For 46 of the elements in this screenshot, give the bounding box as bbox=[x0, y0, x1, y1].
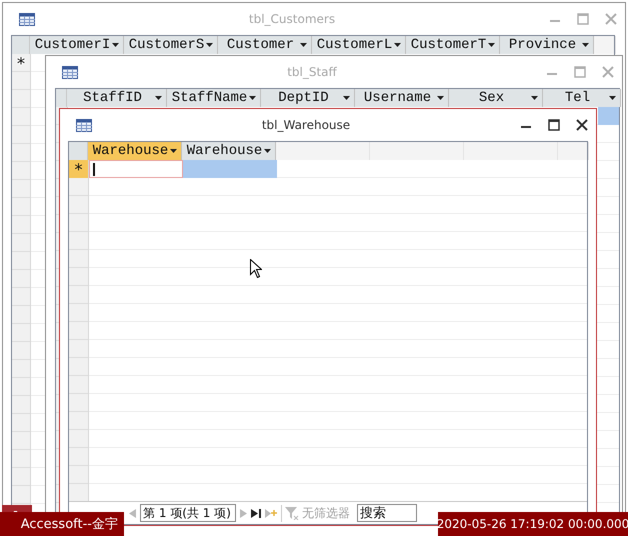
search-field[interactable]: 搜索 bbox=[357, 504, 417, 522]
column-header[interactable]: CustomerI bbox=[30, 36, 124, 54]
dropdown-caret-icon[interactable] bbox=[343, 96, 350, 100]
window-title: tbl_Staff bbox=[286, 65, 338, 79]
dropdown-caret-icon[interactable] bbox=[609, 96, 616, 100]
column-header[interactable]: Username bbox=[355, 89, 449, 107]
close-icon[interactable] bbox=[576, 119, 588, 131]
dropdown-caret-icon[interactable] bbox=[582, 43, 589, 47]
dropdown-caret-icon[interactable] bbox=[249, 96, 256, 100]
dropdown-caret-icon[interactable] bbox=[206, 43, 213, 47]
column-header[interactable]: DeptID bbox=[261, 89, 355, 107]
dropdown-caret-icon[interactable] bbox=[488, 43, 495, 47]
table-icon bbox=[62, 66, 78, 78]
row-selector[interactable]: * bbox=[69, 160, 88, 178]
column-header[interactable]: Warehouse bbox=[88, 142, 182, 160]
column-header[interactable]: CustomerL bbox=[312, 36, 406, 54]
pointer-icon bbox=[250, 259, 262, 278]
dropdown-caret-icon[interactable] bbox=[264, 149, 271, 153]
column-header[interactable]: Province bbox=[500, 36, 594, 54]
table-icon bbox=[76, 118, 92, 132]
cell-editor[interactable] bbox=[89, 160, 183, 178]
dropdown-caret-icon[interactable] bbox=[437, 96, 444, 100]
dropdown-caret-icon[interactable] bbox=[394, 43, 401, 47]
column-header[interactable]: Warehouse bbox=[182, 142, 276, 160]
column-header[interactable]: Tel bbox=[543, 89, 621, 107]
record-field[interactable]: 第 1 项(共 1 项) bbox=[140, 504, 236, 522]
maximize-icon[interactable] bbox=[548, 119, 560, 131]
filter-icon bbox=[285, 506, 299, 520]
dropdown-caret-icon[interactable] bbox=[112, 43, 119, 47]
column-header[interactable]: CustomerS bbox=[124, 36, 218, 54]
dropdown-caret-icon[interactable] bbox=[170, 149, 177, 153]
column-header[interactable]: Customer bbox=[218, 36, 312, 54]
column-header[interactable]: CustomerT bbox=[406, 36, 500, 54]
dropdown-caret-icon[interactable] bbox=[300, 43, 307, 47]
table-icon bbox=[19, 12, 35, 26]
last-record-icon[interactable] bbox=[251, 508, 261, 518]
dropdown-caret-icon[interactable] bbox=[155, 96, 162, 100]
column-header[interactable]: StaffName bbox=[167, 89, 261, 107]
column-header[interactable]: Sex bbox=[449, 89, 543, 107]
window-title: tbl_Warehouse bbox=[260, 118, 352, 132]
app-label: Accessoft--金宇 bbox=[0, 512, 124, 536]
row-selector[interactable]: * bbox=[12, 54, 30, 72]
dropdown-caret-icon[interactable] bbox=[531, 96, 538, 100]
column-header[interactable]: StaffID bbox=[67, 89, 167, 107]
selected-cell[interactable] bbox=[183, 160, 277, 178]
window-title: tbl_Customers bbox=[248, 12, 336, 26]
